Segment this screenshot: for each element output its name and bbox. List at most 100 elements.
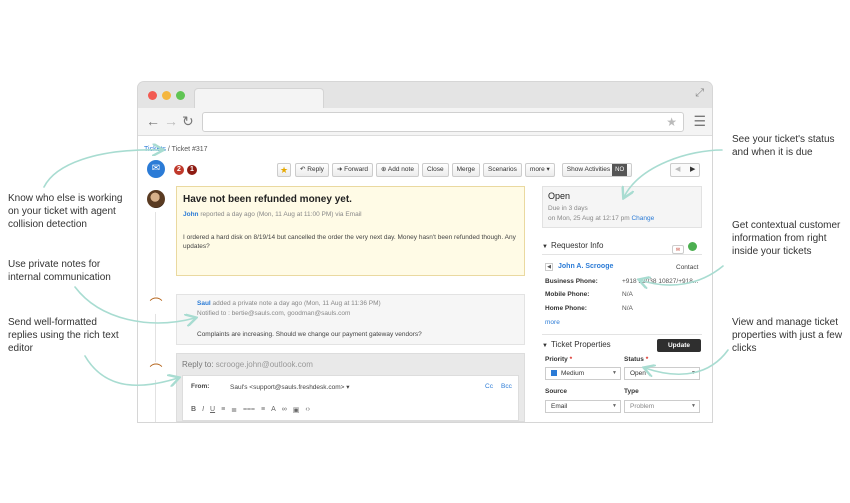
annotation-line: on your ticket with agent: [8, 206, 116, 217]
cc-link[interactable]: Cc: [485, 383, 493, 390]
collision-badge-replying[interactable]: 1: [187, 165, 197, 175]
divider: [542, 334, 702, 335]
forward-button-label: Forward: [344, 166, 368, 173]
email-source-icon: ✉: [147, 160, 165, 178]
align-icon[interactable]: ⩶: [243, 406, 255, 414]
browser-menu-icon[interactable]: ☰: [693, 113, 706, 130]
update-button[interactable]: Update: [657, 339, 701, 352]
requestor-info-title: Requestor Info: [550, 241, 604, 250]
bcc-link[interactable]: Bcc: [501, 383, 512, 390]
annotation-line: replies using the rich text: [8, 330, 119, 341]
address-bar[interactable]: ★: [202, 112, 684, 132]
minimize-window-button[interactable]: [162, 91, 171, 100]
collapse-triangle-icon: ▼: [542, 244, 548, 250]
next-ticket-icon[interactable]: ▶: [690, 165, 695, 173]
status-label: Status *: [624, 356, 648, 363]
annotation-line: Get contextual customer: [732, 220, 841, 231]
chevron-down-icon: ▼: [612, 403, 617, 409]
breadcrumb-tickets-link[interactable]: Tickets: [144, 146, 166, 153]
type-select-value: Problem: [630, 403, 655, 410]
priority-select-value: Medium: [561, 370, 585, 377]
reply-button[interactable]: ↶ Reply: [295, 163, 329, 177]
link-icon[interactable]: ∞: [282, 406, 287, 414]
title-bar: ⤢: [138, 82, 712, 108]
annotation-line: clicks: [732, 343, 757, 354]
chevron-down-icon: ▼: [691, 403, 696, 409]
business-phone-label: Business Phone:: [545, 278, 598, 285]
from-select-value: Saul's <support@sauls.freshdesk.com>: [230, 384, 345, 391]
forward-button[interactable]: ➜ Forward: [331, 163, 373, 177]
status-label-text: Status: [624, 356, 644, 363]
add-note-button[interactable]: ⊕ Add note: [376, 163, 419, 177]
status-select-value: Open: [630, 370, 646, 377]
email-card-icon[interactable]: ✉: [672, 245, 684, 254]
fullscreen-icon[interactable]: ⤢: [695, 87, 704, 100]
close-window-button[interactable]: [148, 91, 157, 100]
show-activities-toggle[interactable]: Show Activities NO: [561, 163, 633, 177]
status-select[interactable]: Open ▼: [624, 367, 700, 380]
ticket-properties-header[interactable]: ▼ Ticket Properties: [542, 340, 611, 349]
mobile-phone-value: N/A: [622, 291, 633, 298]
underline-icon[interactable]: U: [210, 406, 215, 414]
bookmark-star-icon[interactable]: ★: [666, 115, 677, 129]
more-button[interactable]: more ▾: [524, 163, 555, 177]
font-color-icon[interactable]: A: [271, 406, 276, 414]
requestor-info-header[interactable]: ▼ Requestor Info: [542, 241, 603, 250]
note-meta-text: added a private note a day ago (Mon, 11 …: [210, 300, 381, 307]
numbered-list-icon[interactable]: ≣: [231, 406, 237, 414]
ticket-properties-title: Ticket Properties: [550, 340, 611, 349]
requester-avatar: [147, 190, 165, 208]
chevron-down-icon: ▼: [612, 370, 617, 376]
favorite-star-icon[interactable]: ★: [277, 163, 291, 177]
source-select[interactable]: Email ▼: [545, 400, 621, 413]
annotation-line: editor: [8, 343, 34, 354]
status-due: Due in 3 days: [548, 205, 588, 212]
type-select[interactable]: Problem ▼: [624, 400, 700, 413]
agent-reply-avatar: ⌒: [147, 362, 165, 380]
priority-label: Priority *: [545, 356, 572, 363]
back-icon[interactable]: ←: [146, 113, 160, 129]
note-body: Complaints are increasing. Should we cha…: [197, 331, 422, 338]
priority-select[interactable]: Medium ▼: [545, 367, 621, 380]
indent-icon[interactable]: ≡: [261, 406, 265, 414]
shield-icon[interactable]: [688, 242, 697, 251]
scenarios-button[interactable]: Scenarios: [483, 163, 522, 177]
close-button[interactable]: Close: [421, 163, 449, 177]
message-author[interactable]: John: [183, 211, 199, 218]
image-icon[interactable]: ▣: [293, 406, 300, 414]
private-note: Saul added a private note a day ago (Mon…: [176, 294, 525, 345]
bold-icon[interactable]: B: [191, 406, 196, 414]
message-meta-text: reported a day ago (Mon, 11 Aug at 11:00…: [198, 211, 362, 218]
annotation-line: View and manage ticket: [732, 317, 838, 328]
required-marker: *: [645, 356, 649, 363]
forward-icon[interactable]: →: [164, 113, 178, 129]
reload-icon[interactable]: ↻: [182, 113, 194, 129]
contact-tag: Contact: [676, 264, 699, 271]
type-label: Type: [624, 388, 639, 395]
expand-contact-icon[interactable]: ◀: [545, 263, 553, 271]
annotation-line: and when it is due: [732, 147, 813, 158]
message-body: I ordered a hard disk on 8/19/14 but can…: [183, 234, 516, 250]
reply-compose-box[interactable]: From: Saul's <support@sauls.freshdesk.co…: [182, 375, 519, 421]
reply-to: Reply to: scrooge.john@outlook.com: [182, 360, 313, 369]
collision-badge-viewing[interactable]: 2: [174, 165, 184, 175]
previous-ticket-icon[interactable]: ◀: [675, 165, 680, 173]
note-author[interactable]: Saul: [197, 300, 211, 307]
annotation-line: Know who else is working: [8, 193, 123, 204]
merge-button[interactable]: Merge: [451, 163, 480, 177]
priority-label-text: Priority: [545, 356, 568, 363]
status-name: Open: [548, 191, 571, 201]
code-icon[interactable]: ‹›: [305, 406, 310, 414]
annotation-manage: View and manage ticket properties with j…: [732, 316, 842, 355]
more-info-link[interactable]: more: [545, 319, 560, 326]
change-due-link[interactable]: Change: [631, 215, 654, 222]
contact-name[interactable]: John A. Scrooge: [558, 263, 613, 270]
italic-icon[interactable]: I: [202, 406, 204, 414]
annotation-line: See your ticket's status: [732, 134, 835, 145]
browser-tab[interactable]: [194, 88, 324, 108]
status-date-text: on Mon, 25 Aug at 12:17 pm: [548, 215, 632, 222]
from-select[interactable]: Saul's <support@sauls.freshdesk.com> ▾: [230, 383, 350, 391]
annotation-line: Send well-formatted: [8, 317, 97, 328]
bullet-list-icon[interactable]: ≡: [221, 406, 225, 414]
maximize-window-button[interactable]: [176, 91, 185, 100]
